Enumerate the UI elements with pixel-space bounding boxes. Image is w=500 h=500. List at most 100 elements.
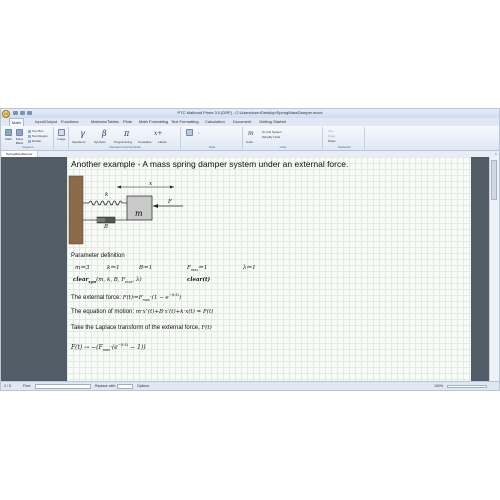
param-fmax[interactable]: Fmax≔1 [187,265,207,272]
tab-calculation[interactable]: Calculation [205,119,225,124]
equation-of-motion-row[interactable]: The equation of motion: m·x″(t)+B·x′(t)+… [71,309,213,315]
k-label: k [105,192,109,198]
clear-sym-expression[interactable]: clearsym(m, k, B, Fmax, λ) [73,277,142,284]
options-button[interactable]: Options [137,384,149,388]
style-button[interactable] [185,129,194,137]
close-document-icon[interactable]: × [495,152,497,156]
external-force-expr: F(t)≔F [122,295,143,301]
operators-group-label: Operators and Symbols [109,145,141,149]
tab-plots[interactable]: Plots [123,119,132,124]
operators-button[interactable]: Operators [72,140,85,144]
operators-symbols-group: γ β π x+ Operators Symbols Programming C… [70,127,181,149]
image-icon [58,129,65,136]
zoom-level[interactable]: 100% [434,384,443,388]
labels-symbol[interactable]: x+ [154,130,162,137]
copy-button[interactable]: Copy [328,134,335,138]
tab-functions[interactable]: Functions [61,119,78,124]
clipboard-group: Cut Copy Paste Clipboard [324,127,365,149]
tab-document[interactable]: Document [233,119,251,124]
labels-button[interactable]: Labels [158,140,167,144]
solve-block-button[interactable]: Solve Block [15,129,24,145]
clear-sym-args-end: , λ) [132,277,142,283]
text-region-icon [28,134,31,138]
divider-icon [28,139,31,143]
laplace-expr-sub: max [102,348,111,353]
text-region-button[interactable]: Text Region [28,134,48,138]
tab-math[interactable]: Math [9,118,24,126]
status-bar: 2 / 5 Find: Replace with: Options 100% [1,381,499,390]
image-button[interactable]: Image [57,129,66,141]
laplace-expr-rest: ·(e [110,344,118,351]
param-k[interactable]: k≔1 [107,265,120,271]
math-icon [5,129,12,136]
f-label: F [168,199,172,205]
gamma-symbol[interactable]: γ [80,129,85,138]
clear-sym-max-sub: max [125,280,133,285]
x-arrow-left-head [117,185,121,189]
text-box-button[interactable]: Text Box [28,129,44,133]
paste-button[interactable]: Paste [328,139,336,143]
spring [88,200,123,206]
zoom-slider[interactable] [447,385,487,388]
constants-button[interactable]: Constants [138,140,152,144]
external-force-label: The external force: [71,295,122,301]
damper-piston [97,218,105,222]
laplace-expr-exp: −(t·λ) [117,343,129,347]
window-title: PTC Mathcad Prime 3.0 [DRF] - C:\Users\u… [177,110,323,115]
param-m[interactable]: m≔3 [75,265,89,271]
replace-input[interactable] [117,384,133,389]
units-symbol[interactable]: m [248,130,254,137]
clear-t-expression[interactable]: clear(t) [187,277,210,283]
equation-of-motion-expr: m·x″(t)+B·x′(t)+k·x(t) = F(t) [135,309,214,315]
clear-sym-args: (m, k, B, F [96,277,126,283]
style-icon [186,129,193,136]
clear-sym-sub: sym [88,280,97,285]
pi-symbol[interactable]: π [124,129,129,138]
clear-sym-func: clear [73,277,89,283]
laplace-expr-head: F(t) → −(F [71,344,103,351]
vertical-scrollbar[interactable] [489,157,499,381]
cut-button[interactable]: Cut [328,129,333,133]
beta-symbol[interactable]: β [102,129,107,138]
parameter-definition-label[interactable]: Parameter definition [71,253,125,259]
style-selector[interactable]: ▾ [198,131,200,135]
math-region-button[interactable]: Math [4,129,13,141]
laplace-instruction-sym: F(t) [201,325,212,331]
param-b[interactable]: B≔1 [139,265,152,271]
laplace-instruction-row[interactable]: Take the Laplace transform of the extern… [71,325,212,331]
page-indicator[interactable]: 2 / 5 [4,384,11,388]
image-group: Image [55,127,69,149]
laplace-expression[interactable]: F(t) → −(Fmax·(e−(t·λ) − 1)) [71,343,146,352]
tab-math-formatting[interactable]: Math Formatting [139,119,168,124]
param-lambda[interactable]: λ≔1 [243,265,256,271]
external-force-row[interactable]: The external force: F(t)≔Fmax·(1 − e−(t·… [71,293,181,302]
find-input[interactable] [35,384,91,389]
divider-label: Divider [32,139,42,143]
divider-button[interactable]: Divider [28,139,41,143]
text-box-label: Text Box [32,129,44,133]
text-region-label: Text Region [32,134,48,138]
style-group: ▾ Style [182,127,243,149]
scrollbar-thumb[interactable] [491,160,497,200]
tab-matrices-tables[interactable]: Matrices/Tables [91,119,119,124]
unit-system-select[interactable]: SI Unit System [262,130,282,134]
ribbon-tabs: Math Input/Output Functions Matrices/Tab… [1,118,499,126]
spring-mass-damper-diagram [68,175,183,245]
wall [68,175,84,245]
tab-getting-started[interactable]: Getting Started [259,119,286,124]
laplace-instruction-label: Take the Laplace transform of the extern… [71,325,200,331]
tab-input-output[interactable]: Input/Output [35,119,57,124]
units-button[interactable]: Units [246,140,253,144]
external-force-exp: −(t·λ) [168,293,180,297]
worksheet[interactable]: Another example - A mass spring damper s… [67,157,471,381]
worksheet-heading[interactable]: Another example - A mass spring damper s… [71,159,348,169]
units-group-label: Units [279,145,287,149]
symbols-button[interactable]: Symbols [94,140,106,144]
simplify-units-button[interactable]: Simplify Units [262,135,280,139]
math-region-label: Math [5,137,12,141]
programming-button[interactable]: Programming [114,140,132,144]
x-arrow-right-head [170,185,174,189]
tab-text-formatting[interactable]: Text Formatting [171,119,199,124]
external-force-close: ) [179,295,182,301]
external-force-rest: ·(1 − e [149,295,169,301]
